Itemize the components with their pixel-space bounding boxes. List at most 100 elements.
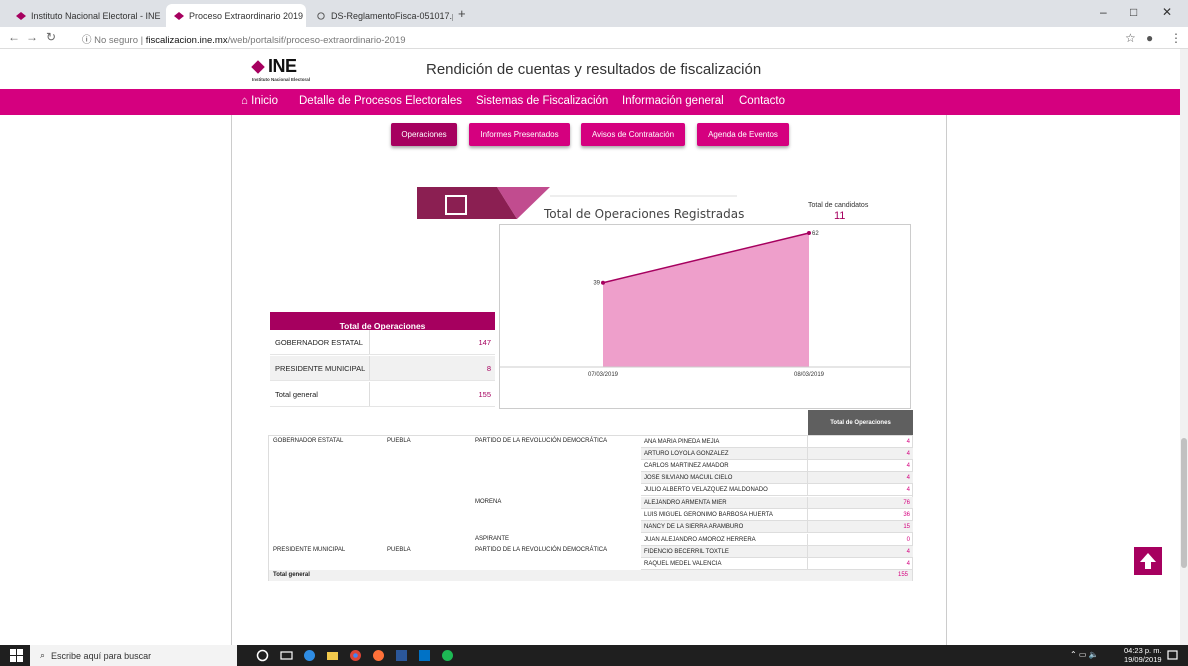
page-title: Rendición de cuentas y resultados de fis…	[426, 61, 762, 78]
search-placeholder: Escribe aquí para buscar	[51, 650, 152, 661]
firefox-icon[interactable]	[372, 649, 385, 662]
taskbar-clock[interactable]: 04:23 p. m. 19/09/2019	[1124, 646, 1162, 664]
edge-icon[interactable]	[303, 649, 316, 662]
chart-point[interactable]	[601, 280, 605, 285]
total-value: 155	[897, 572, 908, 578]
home-icon: ⌂	[241, 95, 252, 107]
maximize-button[interactable]: □	[1130, 5, 1137, 19]
back-arrow-icon[interactable]: ←	[8, 30, 20, 44]
candidates-value: 11	[834, 210, 846, 222]
ine-favicon-icon	[174, 11, 184, 20]
nav-item-label: Inicio	[251, 95, 279, 107]
word-icon[interactable]	[395, 649, 408, 662]
candidate-name: JUAN ALEJANDRO AMOROZ HERRERA	[641, 534, 807, 546]
close-window-button[interactable]: ✕	[1162, 5, 1172, 19]
menu-dots-icon[interactable]: ⋮	[1170, 31, 1182, 45]
logo-text: INE	[268, 56, 297, 76]
nav-item-inicio[interactable]: ⌂ Inicio	[241, 95, 278, 107]
candidate-name: NANCY DE LA SIERRA ARAMBURO	[641, 521, 807, 533]
notifications-icon[interactable]	[1166, 649, 1179, 662]
tab-informes-presentados[interactable]: Informes Presentados	[469, 123, 570, 146]
partido-cell: MORENA	[475, 499, 502, 505]
candidate-name: ANA MARIA PINEDA MEJIA	[641, 436, 807, 448]
chart-svg: 39 07/03/2019 62 08/03/2019	[500, 231, 910, 378]
chart-x-tick-label: 08/03/2019	[794, 372, 825, 378]
candidates-label: Total de candidatos	[808, 202, 869, 209]
tab-agenda-eventos[interactable]: Agenda de Eventos	[697, 123, 789, 146]
forward-arrow-icon[interactable]: →	[26, 30, 38, 44]
ine-logo[interactable]: INE Instituto Nacional Electoral	[250, 56, 330, 86]
detail-table-header: Total de Operaciones	[808, 410, 913, 435]
scroll-to-top-button[interactable]	[1134, 547, 1162, 575]
url-field[interactable]: ⓘ No seguro | fiscalizacion.ine.mx/web/p…	[82, 32, 406, 46]
url-security-warning: No seguro	[94, 35, 138, 46]
chrome-icon[interactable]	[349, 649, 362, 662]
windows-taskbar: ⌕ Escribe aquí para buscar ⌃ ▭ 🔈 04:23 p…	[0, 645, 1188, 666]
windows-start-icon[interactable]	[10, 649, 23, 662]
candidate-value: 4	[807, 460, 913, 472]
nav-item-detalle[interactable]: Detalle de Procesos Electorales	[299, 95, 462, 107]
info-icon: ⓘ	[82, 35, 95, 46]
detail-table: GOBERNADOR ESTATAL PUEBLA PARTIDO DE LA …	[268, 435, 913, 581]
summary-row-value: 8	[486, 363, 491, 373]
summary-row-value: 155	[478, 389, 491, 399]
url-host: fiscalizacion.ine.mx	[145, 35, 228, 46]
summary-table-header: Total de Operaciones	[270, 312, 495, 331]
tab-operaciones[interactable]: Operaciones	[391, 123, 457, 146]
chart-data-label: 39	[593, 281, 600, 287]
system-tray-icons[interactable]: ⌃ ▭ 🔈	[1070, 650, 1099, 659]
summary-row: Total general 155	[270, 382, 495, 407]
chart-data-label: 62	[812, 231, 819, 237]
ine-diamond-icon	[251, 60, 265, 74]
file-explorer-icon[interactable]	[326, 649, 339, 662]
nav-item-sistemas[interactable]: Sistemas de Fiscalización	[476, 95, 608, 107]
candidate-name: LUIS MIGUEL GERONIMO BARBOSA HUERTA	[641, 509, 807, 521]
partido-cell: PARTIDO DE LA REVOLUCIÓN DEMOCRÁTICA	[475, 438, 608, 444]
candidate-value: 4	[807, 558, 913, 570]
candidate-value: 4	[807, 448, 913, 460]
cortana-icon[interactable]	[256, 649, 269, 662]
estado-cell: PUEBLA	[387, 547, 411, 553]
chart-point[interactable]	[807, 231, 811, 235]
estado-cell: PUEBLA	[387, 438, 411, 444]
nav-item-contacto[interactable]: Contacto	[739, 95, 785, 107]
candidate-value: 0	[807, 534, 913, 546]
chart-area-fill	[603, 233, 809, 367]
scrollbar-thumb[interactable]	[1181, 438, 1187, 568]
browser-tab-proceso[interactable]: Proceso Extraordinario 2019 - Re ×	[166, 4, 306, 27]
profile-icon[interactable]: ●	[1146, 31, 1153, 45]
total-label: Total general	[273, 572, 310, 578]
minimize-button[interactable]: –	[1100, 5, 1107, 19]
candidate-value: 4	[807, 546, 913, 558]
reload-icon[interactable]: ↻	[46, 30, 56, 44]
summary-row-label: Total general	[270, 382, 370, 406]
taskbar-search-input[interactable]: ⌕ Escribe aquí para buscar	[30, 645, 237, 666]
spotify-icon[interactable]	[441, 649, 454, 662]
partido-cell: PARTIDO DE LA REVOLUCIÓN DEMOCRÁTICA	[475, 547, 608, 553]
candidate-name: JULIO ALBERTO VELAZQUEZ MALDONADO	[641, 484, 807, 496]
chart-x-tick-label: 07/03/2019	[588, 372, 619, 378]
clock-date: 19/09/2019	[1124, 655, 1162, 664]
nav-item-informacion[interactable]: Información general	[622, 95, 724, 107]
browser-tab-ine[interactable]: Instituto Nacional Electoral - INE ×	[8, 4, 164, 27]
candidate-value: 15	[807, 521, 913, 533]
tab-avisos-contratacion[interactable]: Avisos de Contratación	[581, 123, 685, 146]
cargo-cell: PRESIDENTE MUNICIPAL	[273, 547, 346, 553]
candidate-value: 4	[807, 436, 913, 448]
candidate-value: 76	[807, 497, 913, 509]
main-navbar: ⌂ Inicio Detalle de Procesos Electorales…	[0, 89, 1180, 115]
new-tab-button[interactable]: +	[458, 6, 466, 21]
task-view-icon[interactable]	[280, 649, 293, 662]
globe-icon	[317, 11, 325, 20]
partido-cell: ASPIRANTE	[475, 536, 510, 542]
logo-subtext: Instituto Nacional Electoral	[252, 77, 311, 82]
summary-row-label: GOBERNADOR ESTATAL	[270, 330, 370, 354]
chart-title: Total de Operaciones Registradas	[544, 207, 745, 221]
star-icon[interactable]: ☆	[1125, 31, 1136, 45]
tab-title: Instituto Nacional Electoral - INE	[31, 10, 161, 21]
candidate-name: JOSE SILVIANO MACUIL CIELO	[641, 472, 807, 484]
browser-tab-pdf[interactable]: DS-ReglamentoFisca-051017.pdf ×	[308, 4, 453, 27]
candidate-name: ALEJANDRO ARMENTA MIER	[641, 497, 807, 509]
summary-row-value: 147	[478, 337, 491, 347]
outlook-icon[interactable]	[418, 649, 431, 662]
